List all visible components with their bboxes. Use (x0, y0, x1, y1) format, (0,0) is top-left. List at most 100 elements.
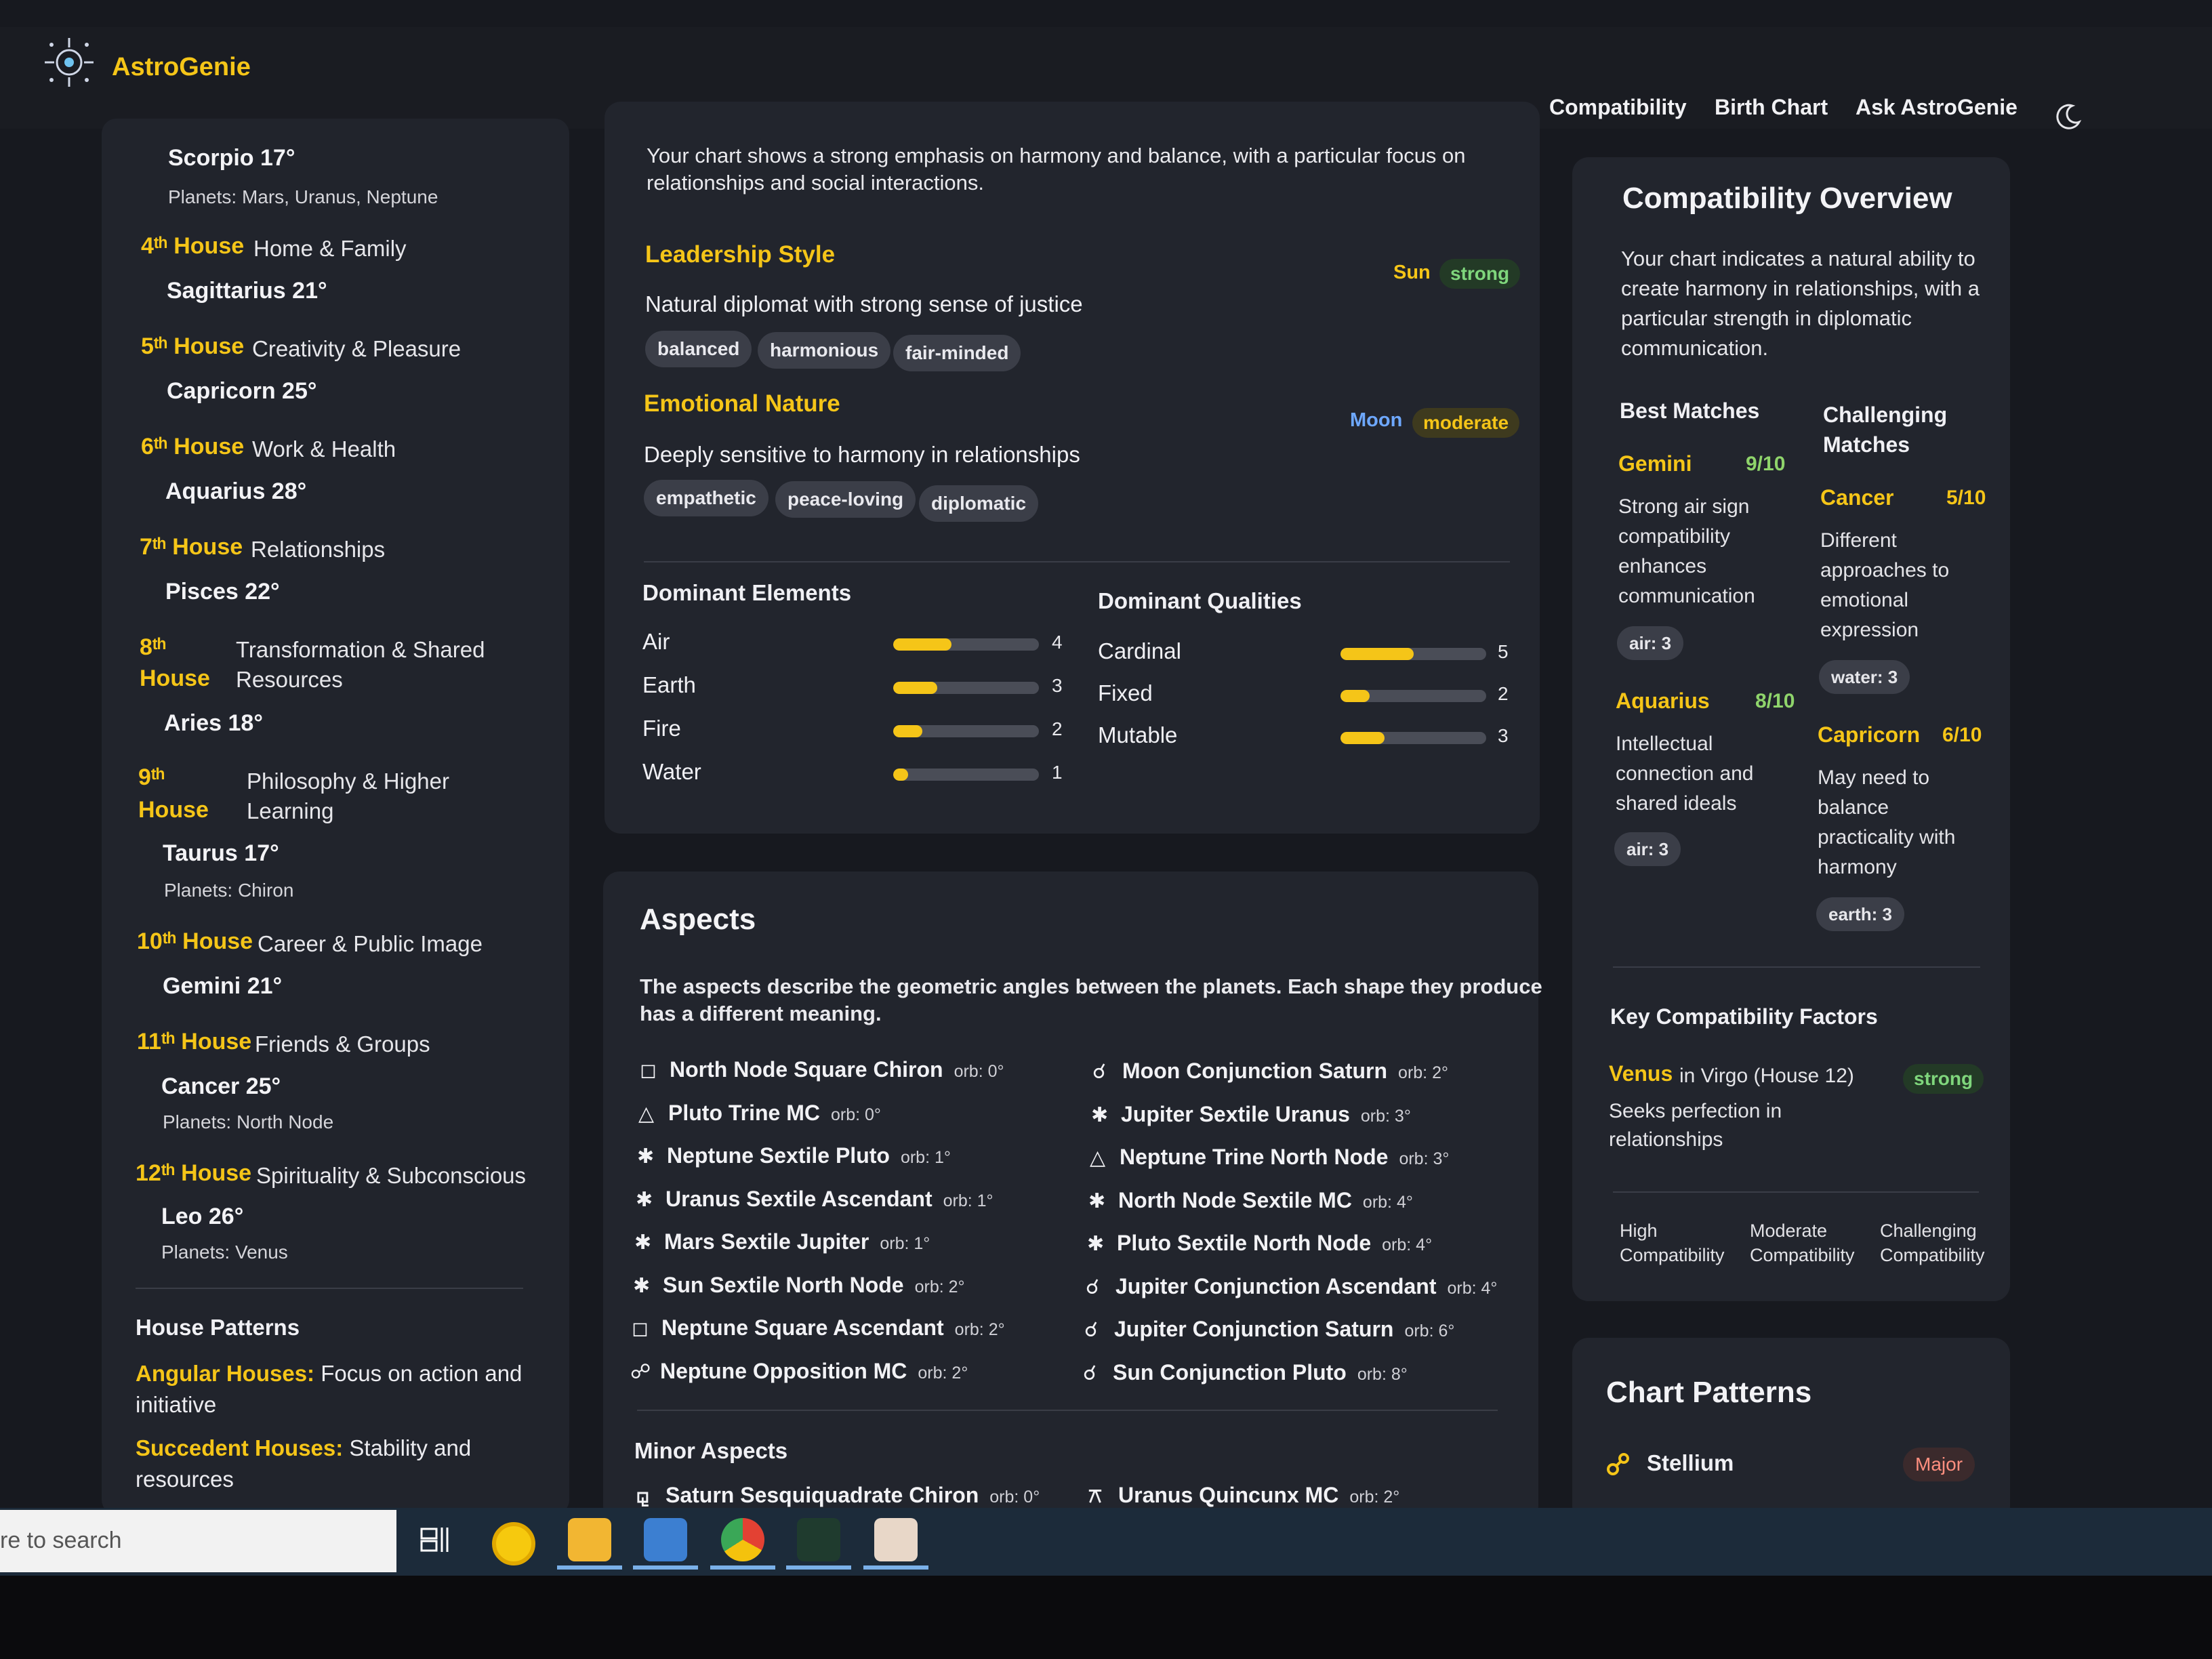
match-desc: Strong air sign (1618, 495, 1750, 518)
chrome-icon[interactable] (721, 1518, 764, 1561)
aspect-symbol-icon: ✱ (1091, 1103, 1109, 1126)
bar-value: 1 (1052, 762, 1063, 783)
house-number[interactable]: 5ᵗʰ House (141, 333, 244, 360)
aspect-row[interactable]: ☌ Moon Conjunction Saturn orb: 2° (1092, 1059, 1448, 1084)
trait-title: Leadership Style (645, 241, 836, 268)
house-number[interactable]: 12ᵗʰ House (136, 1160, 251, 1187)
app-icon-green[interactable] (797, 1518, 840, 1561)
chart-patterns-card (1572, 1338, 2010, 1522)
strength-badge: strong (1439, 259, 1521, 289)
aspect-row[interactable]: ✱ Sun Sextile North Node orb: 2° (633, 1273, 965, 1298)
app-icon-yellow[interactable] (492, 1522, 535, 1565)
bar-label: Air (642, 629, 670, 654)
house-number[interactable]: 7ᵗʰ House (140, 534, 243, 560)
bar-fill (1340, 648, 1414, 660)
house-number[interactable]: 8ᵗʰ (140, 634, 166, 661)
house-number-label[interactable]: House (138, 797, 209, 823)
active-indicator (633, 1565, 698, 1570)
aspect-row[interactable]: ◻ Neptune Square Ascendant orb: 2° (632, 1315, 1005, 1340)
app-icon-blue[interactable] (644, 1518, 687, 1561)
aspect-orb: orb: 2° (1349, 1488, 1400, 1507)
house-number[interactable]: 9ᵗʰ (138, 764, 165, 791)
aspect-row[interactable]: ☌ Jupiter Conjunction Ascendant orb: 4° (1086, 1274, 1497, 1299)
house-number[interactable]: 4ᵗʰ House (141, 233, 244, 260)
aspect-row[interactable]: ✱ Uranus Sextile Ascendant orb: 1° (636, 1187, 994, 1212)
bar-fill (1340, 690, 1370, 702)
house-planets: Planets: North Node (163, 1111, 334, 1132)
bar-value: 2 (1498, 683, 1509, 704)
pattern-item[interactable]: Stellium (1647, 1450, 1734, 1476)
house-number[interactable]: 11ᵗʰ House (137, 1029, 251, 1055)
challenging-matches-title-cont: Matches (1823, 432, 1910, 457)
aspects-divider (637, 1410, 1498, 1411)
task-view-icon[interactable] (420, 1526, 450, 1553)
aspect-text: Neptune Sextile Pluto (667, 1143, 890, 1168)
factor-desc: Seeks perfection in (1609, 1100, 1782, 1122)
minor-aspect-row[interactable]: ⚼ Saturn Sesquiquadrate Chiron orb: 0° (636, 1483, 1040, 1508)
match-sign[interactable]: Cancer (1820, 485, 1894, 510)
taskbar-search-box[interactable]: re to search (0, 1510, 396, 1572)
bar-fill (893, 682, 937, 694)
aspect-orb: orb: 2° (954, 1320, 1005, 1339)
nav-ask-astrogenie[interactable]: Ask AstroGenie (1856, 95, 2018, 120)
paint-icon[interactable] (874, 1518, 918, 1561)
aspect-row[interactable]: ✱ North Node Sextile MC orb: 4° (1088, 1188, 1413, 1213)
nav-compatibility[interactable]: Compatibility (1549, 95, 1687, 120)
house-number-label[interactable]: House (140, 665, 210, 692)
aspect-row[interactable]: △ Neptune Trine North Node orb: 3° (1090, 1145, 1449, 1170)
aspect-row[interactable]: ✱ Mars Sextile Jupiter orb: 1° (634, 1229, 930, 1254)
moon-theme-toggle-icon[interactable] (2053, 102, 2083, 131)
house-number[interactable]: 10ᵗʰ House (137, 928, 253, 955)
house-desc: Transformation & Shared (236, 637, 485, 662)
sidebar-divider (136, 1288, 523, 1289)
aspect-row[interactable]: ✱ Jupiter Sextile Uranus orb: 3° (1091, 1102, 1411, 1127)
house-sign: Aries 18° (164, 710, 263, 736)
aspect-row[interactable]: ☌ Sun Conjunction Pluto orb: 8° (1083, 1360, 1408, 1385)
aspect-row[interactable]: ◻ North Node Square Chiron orb: 0° (640, 1057, 1004, 1082)
house-planets: Planets: Chiron (164, 880, 294, 901)
aspect-orb: orb: 3° (1360, 1106, 1411, 1126)
legend-text: Challenging (1880, 1221, 1977, 1241)
aspect-symbol-icon: ☌ (1083, 1361, 1097, 1385)
aspect-row[interactable]: ✱ Neptune Sextile Pluto orb: 1° (637, 1143, 951, 1168)
pattern-succedent: Succedent Houses: Stability and (136, 1433, 471, 1464)
sesquiquadrate-icon: ⚼ (636, 1485, 650, 1507)
house-desc: Spirituality & Subconscious (256, 1163, 527, 1188)
minor-aspect-row[interactable]: ⚻ Uranus Quincunx MC orb: 2° (1088, 1483, 1399, 1508)
astro-logo-icon[interactable] (42, 35, 96, 89)
trait-chip: balanced (645, 331, 752, 367)
match-sign[interactable]: Capricorn (1818, 722, 1920, 747)
bar-track (1340, 648, 1486, 660)
bar-label: Fixed (1098, 680, 1153, 705)
aspect-orb: orb: 0° (954, 1062, 1004, 1081)
aspect-row[interactable]: ☍ Neptune Opposition MC orb: 2° (630, 1359, 968, 1384)
factor-desc-cont: relationships (1609, 1128, 1723, 1151)
aspect-row[interactable]: △ Pluto Trine MC orb: 0° (638, 1101, 881, 1126)
chart-patterns-title: Chart Patterns (1606, 1376, 1812, 1409)
summary-intro: Your chart shows a strong emphasis on ha… (647, 144, 1466, 167)
app-root: AstroGenie Compatibility Birth Chart Ask… (0, 0, 2212, 1659)
aspect-text: North Node Square Chiron (670, 1057, 943, 1082)
house-sign: Gemini 21° (163, 973, 283, 999)
aspect-text: Mars Sextile Jupiter (664, 1229, 869, 1254)
nav-birth-chart[interactable]: Birth Chart (1715, 95, 1828, 120)
match-sign[interactable]: Aquarius (1616, 689, 1710, 714)
element-chip: earth: 3 (1816, 897, 1904, 931)
aspect-row[interactable]: ☌ Jupiter Conjunction Saturn orb: 6° (1084, 1317, 1454, 1342)
legend-challenging: Challenging Compatibility (1880, 1218, 1985, 1267)
file-explorer-icon[interactable] (568, 1518, 611, 1561)
pattern-angular-cont: initiative (136, 1392, 217, 1417)
factor-planet[interactable]: Venus (1609, 1061, 1673, 1086)
match-sign[interactable]: Gemini (1618, 451, 1692, 476)
brand-name[interactable]: AstroGenie (112, 53, 251, 82)
trait-chip: harmonious (758, 332, 891, 369)
house-desc: Career & Public Image (258, 931, 483, 956)
house-sign: Aquarius 28° (165, 478, 307, 504)
match-desc: balance (1818, 796, 1889, 819)
house-number[interactable]: 6ᵗʰ House (141, 434, 244, 460)
aspect-symbol-icon: ◻ (632, 1317, 649, 1340)
aspect-text: Sun Conjunction Pluto (1113, 1359, 1347, 1385)
house-desc: Philosophy & Higher (247, 769, 449, 794)
aspects-title: Aspects (640, 903, 756, 936)
aspect-row[interactable]: ✱ Pluto Sextile North Node orb: 4° (1087, 1231, 1432, 1256)
